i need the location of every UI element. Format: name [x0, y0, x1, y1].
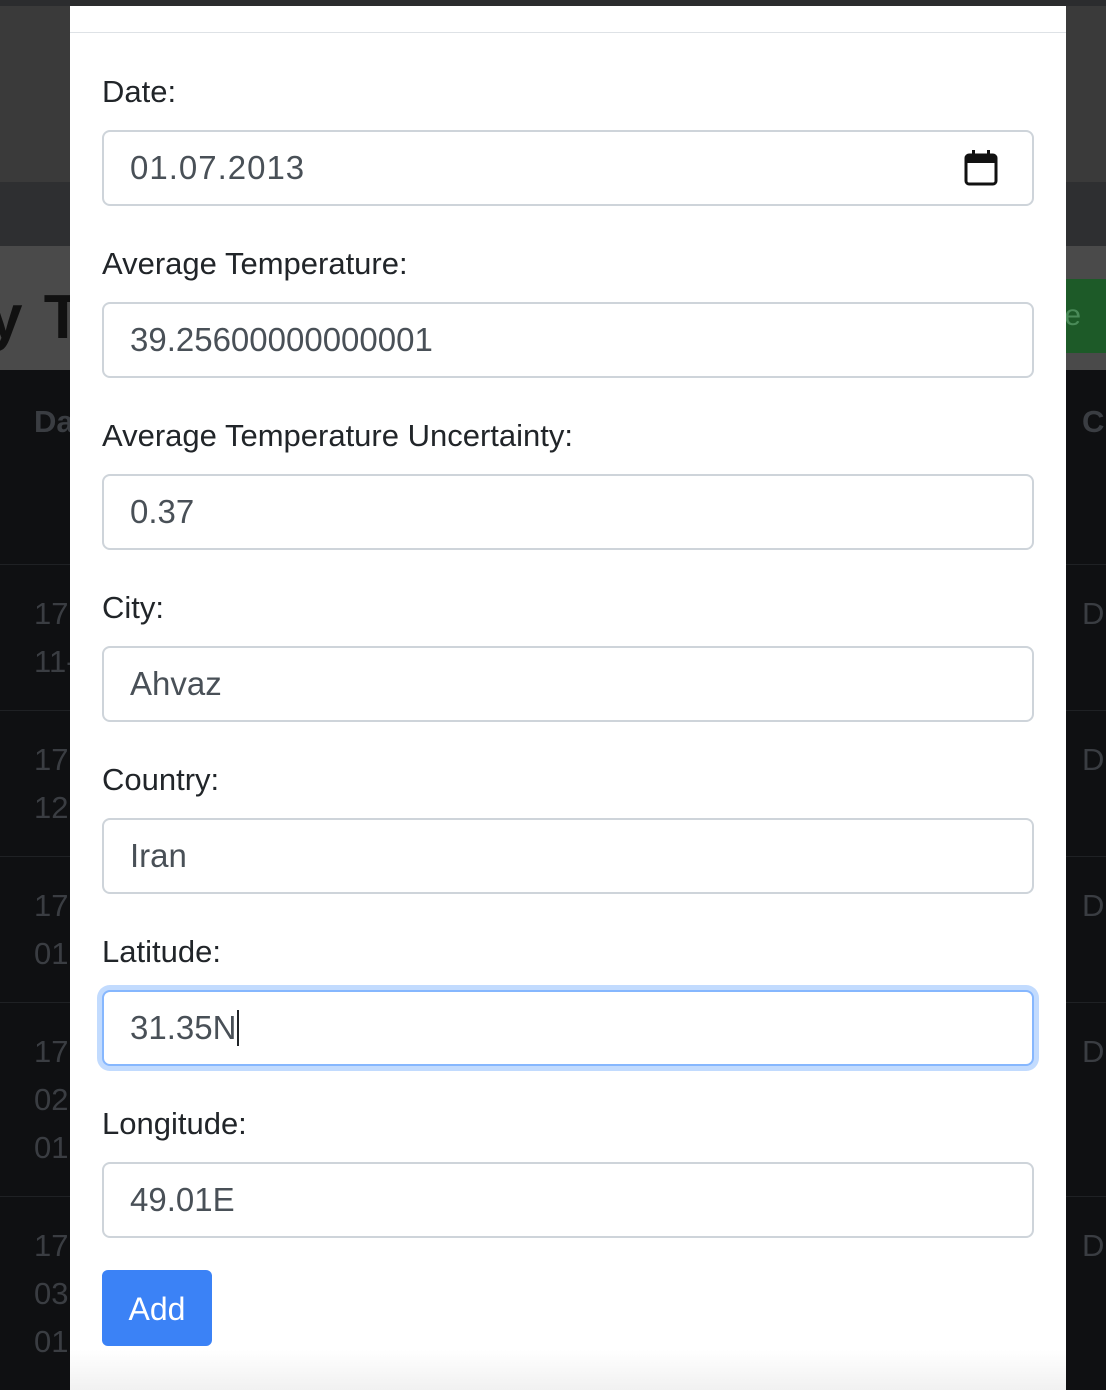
add-record-modal: Date: 01.07.2013 Average Temperature: 39…	[70, 6, 1066, 1390]
city-input[interactable]: Ahvaz	[102, 646, 1034, 722]
date-input[interactable]: 01.07.2013	[102, 130, 1034, 206]
text-caret	[237, 1010, 240, 1047]
latitude-value: 31.35N	[130, 1009, 237, 1046]
table-header-date: Da	[34, 404, 74, 439]
average-temperature-uncertainty-label: Average Temperature Uncertainty:	[102, 418, 573, 453]
table-cell-date: 17 12	[34, 742, 69, 825]
table-header-country: C	[1082, 404, 1105, 439]
date-label: Date:	[102, 74, 177, 109]
average-temperature-input[interactable]: 39.25600000000001	[102, 302, 1034, 378]
table-cell: D	[1082, 1034, 1105, 1069]
table-cell: D	[1082, 596, 1105, 631]
average-temperature-label: Average Temperature:	[102, 246, 408, 281]
table-cell-date: 17 01	[34, 888, 69, 971]
latitude-label: Latitude:	[102, 934, 221, 969]
modal-footer-shadow	[70, 1350, 1066, 1390]
average-temperature-uncertainty-input[interactable]: 0.37	[102, 474, 1034, 550]
longitude-label: Longitude:	[102, 1106, 247, 1141]
add-button[interactable]: Add	[102, 1270, 212, 1346]
table-cell: D	[1082, 1228, 1105, 1263]
table-cell: D	[1082, 888, 1105, 923]
table-cell-date: 17 02 01	[34, 1034, 69, 1165]
calendar-icon[interactable]	[964, 150, 998, 186]
table-cell: D	[1082, 742, 1105, 777]
country-label: Country:	[102, 762, 220, 797]
latitude-input[interactable]: 31.35N	[102, 990, 1034, 1066]
modal-header	[70, 6, 1066, 33]
city-label: City:	[102, 590, 164, 625]
table-cell-date: 17 03 01	[34, 1228, 69, 1359]
country-input[interactable]: Iran	[102, 818, 1034, 894]
longitude-input[interactable]: 49.01E	[102, 1162, 1034, 1238]
date-value: 01.07.2013	[130, 149, 306, 186]
